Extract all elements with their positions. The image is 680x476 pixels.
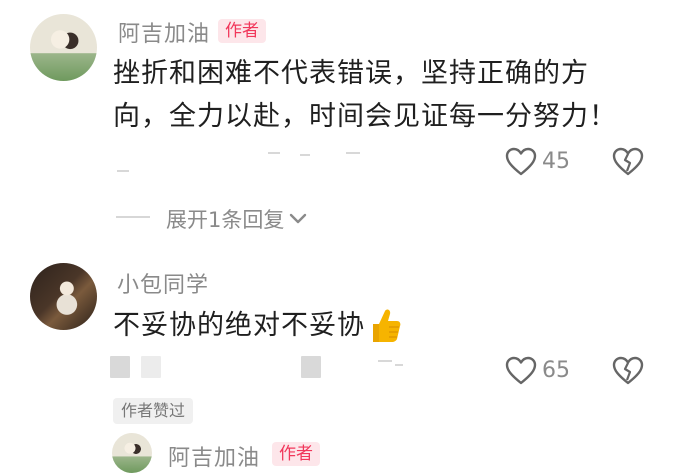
comment-text: 挫折和困难不代表错误，坚持正确的方 向，全力以赴，时间会见证每一分努力！ [113,52,653,138]
comment-text: 不妥协的绝对不妥协 [113,304,403,347]
divider [116,216,150,218]
chevron-down-icon [289,213,307,225]
like-count: 45 [542,149,570,174]
dislike-button[interactable] [612,147,644,177]
like-button[interactable] [505,147,537,177]
blurred-region [268,152,280,154]
author-badge: 作者 [218,19,266,43]
like-button[interactable] [505,356,537,386]
avatar[interactable] [30,14,97,81]
blurred-region [110,356,130,378]
heart-outline-icon [505,147,537,176]
blurred-region [378,360,392,362]
avatar[interactable] [112,433,152,473]
expand-replies-label: 展开1条回复 [166,208,285,232]
thumbs-up-emoji [367,307,403,345]
comment-text-line: 不妥协的绝对不妥协 [113,310,365,341]
blurred-region [301,356,321,378]
author-badge: 作者 [272,442,320,466]
blurred-region [117,170,129,172]
dislike-button[interactable] [612,356,644,386]
blurred-region [300,154,310,156]
author-liked-tag: 作者赞过 [113,398,194,424]
broken-heart-icon [612,356,644,385]
blurred-region [141,356,161,378]
heart-outline-icon [505,356,537,385]
comment-username[interactable]: 小包同学 [117,267,209,299]
comment-text-line: 向，全力以赴，时间会见证每一分努力！ [113,101,617,132]
blurred-region [346,152,360,154]
broken-heart-icon [612,147,644,176]
comment-text-line: 挫折和困难不代表错误，坚持正确的方 [113,58,589,89]
blurred-region [395,364,403,366]
reply-username[interactable]: 阿吉加油 [168,440,260,472]
avatar[interactable] [30,263,97,330]
expand-replies-button[interactable]: 展开1条回复 [166,204,307,234]
like-count: 65 [542,358,570,383]
comment-username[interactable]: 阿吉加油 [118,16,210,48]
